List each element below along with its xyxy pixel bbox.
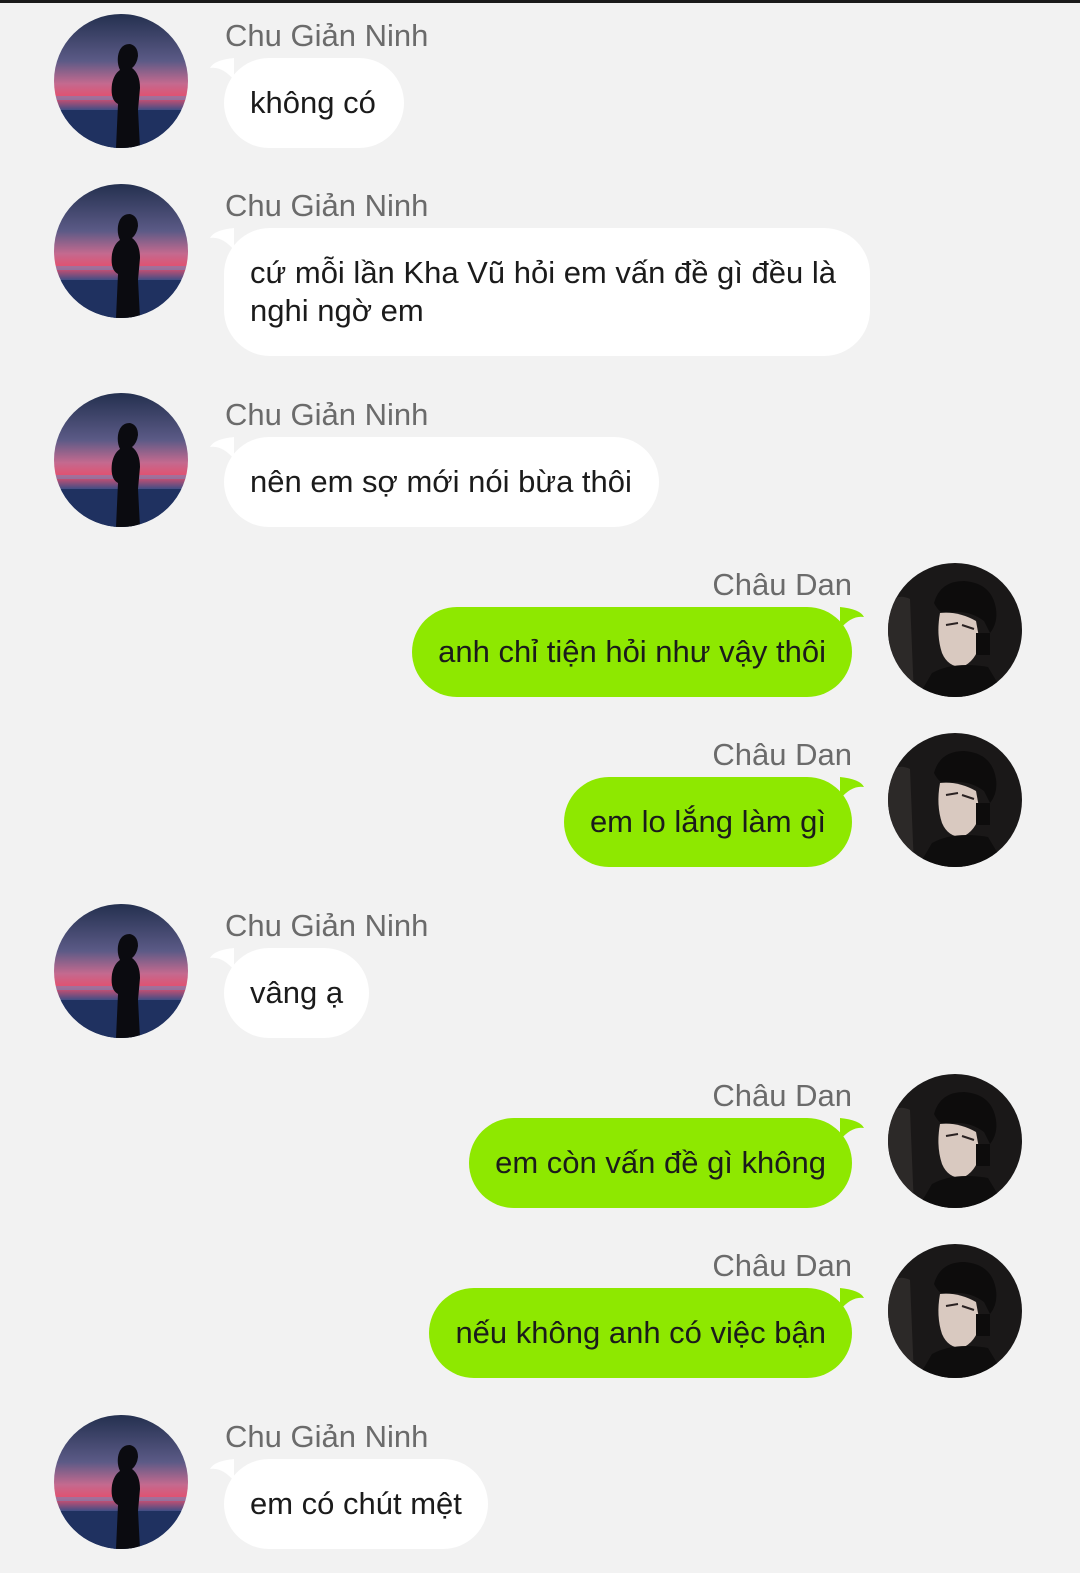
message-bubble[interactable]: anh chỉ tiện hỏi như vậy thôi [412,607,852,697]
sunset-silhouette-avatar[interactable] [54,1415,188,1549]
message-bubble[interactable]: em lo lắng làm gì [563,777,852,867]
sender-name: Châu Dan [712,737,852,772]
sender-name: Châu Dan [712,1248,852,1283]
message-bubble[interactable]: cứ mỗi lần Kha Vũ hỏi em vấn đề gì đều l… [224,228,870,356]
bubble-tail [210,228,234,250]
sunset-silhouette-avatar[interactable] [54,393,188,527]
sender-name: Chu Giản Ninh [225,397,429,432]
message-bubble[interactable]: em có chút mệt [224,1459,488,1549]
message-bubble[interactable]: nên em sợ mới nói bừa thôi [224,437,659,527]
message-bubble[interactable]: nếu không anh có việc bận [429,1288,852,1378]
message-bubble[interactable]: vâng ạ [224,948,370,1038]
sunset-silhouette-avatar[interactable] [54,14,188,148]
sender-name: Châu Dan [712,567,852,602]
dark-portrait-avatar[interactable] [888,563,1022,697]
sender-name: Chu Giản Ninh [225,188,429,223]
sunset-silhouette-avatar[interactable] [54,904,188,1038]
sender-name: Chu Giản Ninh [225,18,429,53]
message-bubble[interactable]: em còn vấn đề gì không [469,1118,852,1208]
sender-name: Châu Dan [712,1078,852,1113]
message-bubble[interactable]: không có [224,58,404,148]
sender-name: Chu Giản Ninh [225,1419,429,1454]
sunset-silhouette-avatar[interactable] [54,184,188,318]
top-divider [0,0,1080,3]
dark-portrait-avatar[interactable] [888,1244,1022,1378]
dark-portrait-avatar[interactable] [888,1074,1022,1208]
sender-name: Chu Giản Ninh [225,908,429,943]
dark-portrait-avatar[interactable] [888,733,1022,867]
